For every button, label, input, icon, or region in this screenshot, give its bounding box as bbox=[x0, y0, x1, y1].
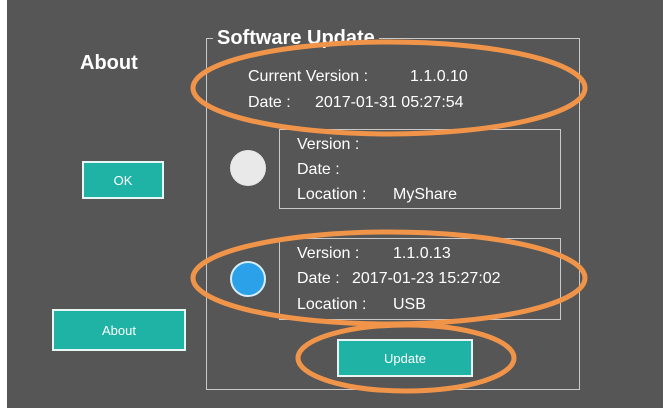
option2-date-value: 2017-01-23 15:27:02 bbox=[352, 270, 501, 287]
option2-version-value: 1.1.0.13 bbox=[393, 245, 451, 262]
about-button[interactable]: About bbox=[52, 309, 186, 351]
option1-date-label: Date : bbox=[297, 161, 340, 178]
update-button[interactable]: Update bbox=[337, 339, 473, 377]
option2-location-label: Location : bbox=[297, 296, 367, 313]
option2-date-label: Date : bbox=[297, 270, 340, 287]
current-version-value: 1.1.0.10 bbox=[410, 68, 468, 85]
software-update-title: Software Update bbox=[213, 27, 379, 50]
software-update-group bbox=[206, 38, 580, 390]
option1-version-label: Version : bbox=[297, 136, 360, 153]
current-date-label: Date : bbox=[248, 94, 291, 111]
radio-option-myshare[interactable] bbox=[230, 150, 266, 186]
page-title: About bbox=[80, 52, 138, 74]
option1-location-value: MyShare bbox=[393, 186, 458, 203]
ok-button[interactable]: OK bbox=[82, 161, 164, 199]
radio-option-usb[interactable] bbox=[230, 261, 266, 297]
window: About OK About Software Update Current V… bbox=[0, 0, 668, 408]
current-version-label: Current Version : bbox=[248, 68, 369, 85]
option1-location-label: Location : bbox=[297, 186, 367, 203]
current-date-value: 2017-01-31 05:27:54 bbox=[315, 94, 464, 111]
option2-location-value: USB bbox=[393, 296, 426, 313]
option2-version-label: Version : bbox=[297, 245, 360, 262]
